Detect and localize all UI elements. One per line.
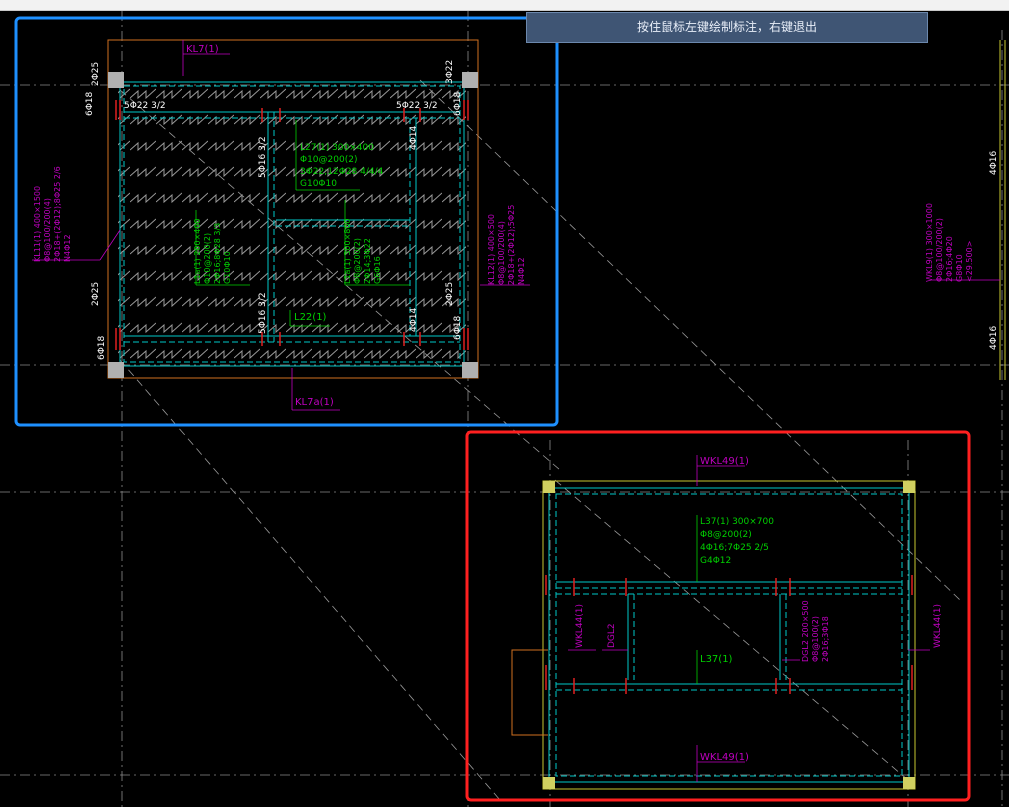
kl7-label[interactable]: KL7(1)	[186, 44, 219, 55]
rebar-2phi25-bottom-left: 2Φ25	[91, 282, 101, 306]
dgl2-right-text[interactable]: DGL2 200×500 Φ8@100(2) 2Φ16;3Φ18	[801, 598, 830, 662]
red-highlight-box	[465, 430, 971, 802]
right-columns	[543, 481, 915, 789]
rebar-2phi25-bottom-right: 2Φ25	[445, 282, 455, 306]
wkl44-right-label[interactable]: WKL44(1)	[933, 604, 943, 648]
wkl44-left-label[interactable]: WKL44(1)	[575, 604, 585, 648]
wkl49-top-label[interactable]: WKL49(1)	[700, 456, 749, 467]
right-inner-top: 4Φ14	[409, 125, 419, 150]
kl7a-label[interactable]: KL7a(1)	[295, 397, 334, 408]
mid-vertical-top: 5Φ16 3/2	[258, 136, 268, 178]
rebar-6phi18-right-bottom: 6Φ18	[453, 315, 463, 340]
right-inner-bottom: 4Φ14	[409, 307, 419, 332]
rebar-2phi25-top-left: 2Φ25	[91, 62, 101, 86]
cad-drawing-canvas[interactable]: KL7(1) KL7a(1) KL11(1) 400×1500 Φ8@100/2…	[0, 11, 1009, 807]
status-hint-banner: 按住鼠标左键绘制标注，右键退出	[526, 12, 928, 43]
wkl9-text[interactable]: WKL9(1) 300×1000 Φ8@100/200(2) 2Φ16;4Φ20…	[925, 201, 974, 282]
right-floor-plan[interactable]: WKL49(1) WKL49(1) WKL44(1) WKL44(1) DGL2…	[511, 455, 943, 790]
kl12-text[interactable]: KL12(1) 400×500 Φ8@100/200(4) 2Φ18+(2Φ12…	[487, 202, 526, 285]
mid-vertical-bottom: 5Φ16 3/2	[258, 292, 268, 334]
right-magenta-leaders	[568, 455, 930, 782]
l37-lower-label[interactable]: L37(1)	[700, 654, 733, 665]
l22-label[interactable]: L22(1)	[294, 312, 327, 323]
top-span-left: 5Φ22 3/2	[124, 101, 166, 111]
rebar-6phi18-left-bottom: 6Φ18	[97, 335, 107, 360]
dgl2-left-label[interactable]: DGL2	[607, 623, 617, 648]
right-rebar-marks	[545, 575, 913, 694]
rebar-6phi18-left-top: 6Φ18	[85, 91, 95, 116]
l37-text[interactable]: L37(1) 300×700 Φ8@200(2) 4Φ16;7Φ25 2/5 G…	[700, 517, 777, 566]
wkl49-bottom-label[interactable]: WKL49(1)	[700, 752, 749, 763]
rebar-6phi18-right-top: 6Φ18	[453, 91, 463, 116]
far-right-label-bottom: 4Φ16	[989, 325, 999, 350]
far-right-annotations[interactable]: 4Φ16 4Φ16 WKL9(1) 300×1000 Φ8@100/200(2)…	[925, 40, 1006, 380]
kl11-text[interactable]: KL11(1) 400×1500 Φ8@100/200(4) 2Φ18+(2Φ1…	[33, 164, 72, 262]
right-outer-frame	[542, 480, 916, 790]
far-right-label-top: 4Φ16	[989, 150, 999, 175]
rebar-3phi22-top-right: 3Φ22	[445, 60, 455, 84]
top-toolbar-strip	[0, 0, 1009, 11]
left-floor-plan[interactable]: KL7(1) KL7a(1) KL11(1) 400×1500 Φ8@100/2…	[32, 39, 530, 411]
top-span-right: 5Φ22 3/2	[396, 101, 438, 111]
